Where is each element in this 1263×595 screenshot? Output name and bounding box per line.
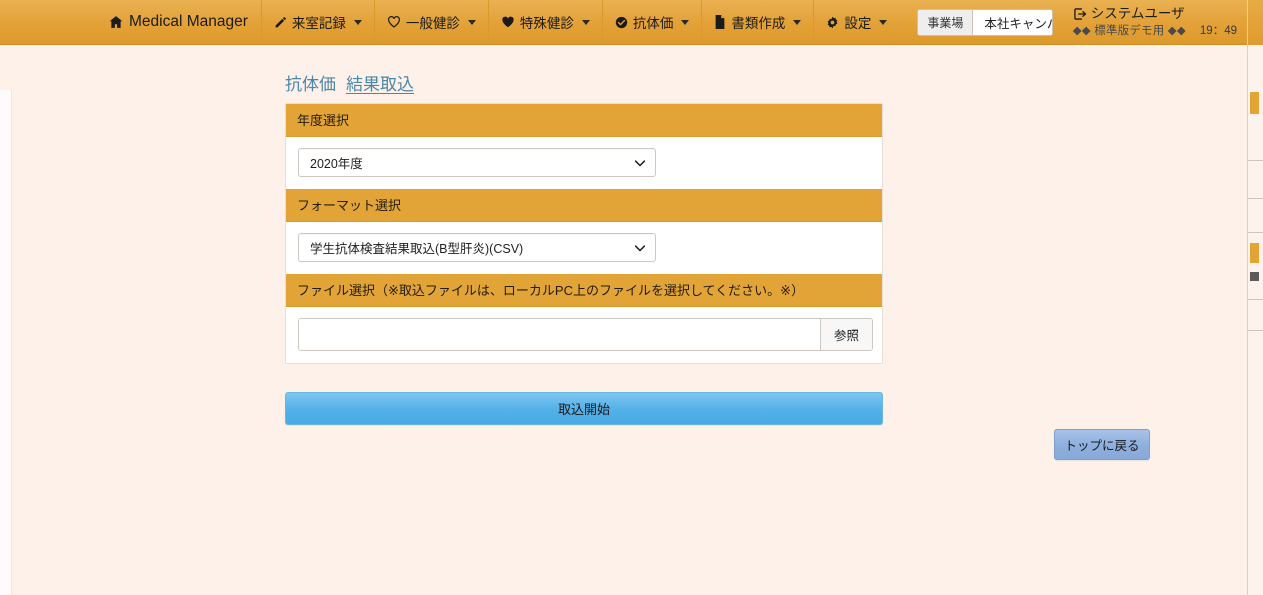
nav-item-label: 特殊健診 (519, 16, 574, 31)
nav-item-settings[interactable]: 設定 (813, 0, 899, 44)
file-input-row: 参照 (298, 318, 873, 351)
file-path-input[interactable] (299, 319, 820, 350)
user-name: システムユーザ (1090, 5, 1185, 21)
chevron-down-icon (581, 19, 590, 25)
heart-outline-icon (387, 15, 401, 29)
office-selector-group: 事業場 本社キャンパス (917, 9, 1053, 36)
background-window-chip (1250, 92, 1259, 114)
chevron-down-icon (635, 244, 645, 251)
background-window-chip (1250, 272, 1259, 281)
background-window-navbar (1248, 0, 1263, 45)
chevron-down-icon (793, 19, 802, 25)
chevron-down-icon (467, 19, 476, 25)
start-import-button[interactable]: 取込開始 (285, 392, 883, 425)
brand-home-link[interactable]: Medical Manager (96, 0, 261, 44)
page-title-secondary: 結果取込 (346, 75, 414, 94)
chevron-down-icon (681, 19, 690, 25)
section-header-year: 年度選択 (286, 104, 882, 137)
page-body: 抗体価 結果取込 年度選択 2020年度 フォーマット選択 学生抗体検査結果取込(… (0, 45, 1247, 595)
nav-item-general-checkup[interactable]: 一般健診 (373, 0, 488, 44)
page-title-primary: 抗体価 (285, 75, 336, 94)
nav-item-document-creation[interactable]: 書類作成 (701, 0, 813, 44)
section-body-year: 2020年度 (286, 137, 882, 189)
import-form-panel: 年度選択 2020年度 フォーマット選択 学生抗体検査結果取込(B型肝炎)(CS… (285, 103, 883, 364)
back-to-top-button[interactable]: トップに戻る (1054, 429, 1150, 460)
nav-item-label: 設定 (844, 16, 872, 31)
logout-icon (1073, 7, 1087, 21)
chevron-down-icon (879, 19, 888, 25)
section-body-file: 参照 (286, 307, 882, 363)
section-body-format: 学生抗体検査結果取込(B型肝炎)(CSV) (286, 222, 882, 274)
browse-button[interactable]: 参照 (820, 319, 872, 350)
brand-label: Medical Manager (129, 13, 248, 30)
nav-item-label: 一般健診 (405, 16, 460, 31)
nav-item-visit-record[interactable]: 来室記録 (260, 0, 374, 44)
year-select[interactable]: 2020年度 (298, 148, 656, 177)
nav-item-antibody-titer[interactable]: 抗体価 (601, 0, 702, 44)
format-select[interactable]: 学生抗体検査結果取込(B型肝炎)(CSV) (298, 233, 656, 262)
file-icon (714, 15, 726, 29)
clock-label: 19：49 (1199, 24, 1237, 37)
demo-label: ◆◆ 標準版デモ用 ◆◆ (1072, 24, 1186, 37)
user-menu[interactable]: システムユーザ (1073, 6, 1237, 23)
office-label: 事業場 (918, 10, 974, 35)
page-left-gutter (0, 90, 12, 595)
nav-item-label: 抗体価 (632, 16, 674, 31)
background-window-sliver[interactable] (1247, 0, 1263, 595)
section-header-format: フォーマット選択 (286, 189, 882, 222)
section-header-file: ファイル選択（※取込ファイルは、ローカルPC上のファイルを選択してください。※） (286, 274, 882, 307)
chevron-down-icon (353, 19, 362, 25)
application-window: Medical Manager 来室記録 一般健診 特殊健診 抗体価 書類作成 … (0, 0, 1247, 595)
gear-icon (826, 16, 839, 29)
heart-filled-icon (501, 15, 515, 29)
check-circle-icon (615, 16, 628, 29)
format-select-value: 学生抗体検査結果取込(B型肝炎)(CSV) (310, 242, 524, 256)
desktop: Medical Manager 来室記録 一般健診 特殊健診 抗体価 書類作成 … (0, 0, 1263, 595)
office-select-value: 本社キャンパス (984, 17, 1051, 31)
user-sub-row: ◆◆ 標準版デモ用 ◆◆ 19：49 (1073, 24, 1237, 38)
page-title: 抗体価 結果取込 (285, 70, 414, 95)
nav-item-special-checkup[interactable]: 特殊健診 (487, 0, 602, 44)
user-block: システムユーザ ◆◆ 標準版デモ用 ◆◆ 19：49 (1073, 0, 1247, 44)
nav-item-label: 来室記録 (291, 16, 346, 31)
pencil-icon (274, 16, 287, 29)
main-navbar: Medical Manager 来室記録 一般健診 特殊健診 抗体価 書類作成 … (0, 0, 1247, 45)
office-select[interactable]: 本社キャンパス (973, 10, 1052, 35)
background-window-chip (1250, 243, 1259, 263)
home-icon (109, 15, 123, 29)
chevron-down-icon (635, 159, 645, 166)
nav-item-label: 書類作成 (731, 16, 786, 31)
year-select-value: 2020年度 (310, 157, 363, 171)
